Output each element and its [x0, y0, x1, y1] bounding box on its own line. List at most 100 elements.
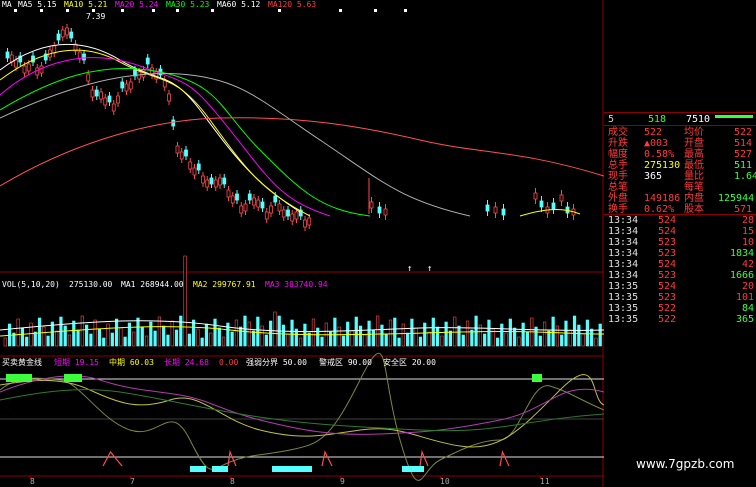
volume-bar [3, 337, 7, 347]
quote-header-left: 5 [608, 114, 615, 125]
volume-bar [239, 326, 243, 347]
quote-header-row: 5 518 7510 [606, 114, 756, 125]
volume-bar [230, 331, 234, 347]
tick-time: 13:34 [608, 248, 639, 259]
volume-bar [273, 311, 277, 347]
signal-block [402, 466, 424, 472]
candle-body [137, 71, 142, 80]
indicator-legend-entry: 中期 60.03 [109, 358, 154, 367]
tick-row[interactable]: 13:34 523 1834 [606, 248, 756, 259]
tick-row[interactable]: 13:34 524 15 [606, 226, 756, 237]
tick-price: 524 [658, 226, 677, 237]
volume-bar [388, 319, 393, 347]
volume-bar [16, 318, 20, 347]
volume-bar [97, 328, 102, 347]
candle-body [5, 51, 10, 59]
tick-row[interactable]: 13:34 523 10 [606, 237, 756, 248]
volume-bar [85, 324, 89, 347]
tick-row[interactable]: 13:35 522 365 [606, 314, 756, 325]
tick-price: 523 [658, 237, 677, 248]
quote-stat-value: 365 [644, 171, 663, 182]
tick-row[interactable]: 13:34 524 42 [606, 259, 756, 270]
quote-stat-label: 升跌 [608, 138, 628, 149]
candle-body [213, 179, 218, 188]
tick-time: 13:34 [608, 237, 639, 248]
tick-row[interactable]: 13:35 524 20 [606, 281, 756, 292]
volume-bar [55, 330, 59, 347]
x-tick-label: 9 [340, 477, 345, 486]
quote-stat-row: 成交 522 均价 522 [606, 127, 756, 138]
volume-bar [174, 329, 179, 347]
x-tick-mark [130, 476, 131, 479]
signal-block [64, 374, 82, 382]
volume-bar [140, 326, 144, 347]
volume-bar [256, 316, 260, 347]
signal-dot [40, 9, 43, 12]
volume-bar [33, 331, 37, 347]
volume-bar [127, 322, 132, 347]
candle-body [103, 97, 108, 106]
tick-row[interactable]: 13:35 523 101 [606, 292, 756, 303]
tick-time: 13:35 [608, 303, 639, 314]
tick-volume: 42 [742, 259, 755, 270]
quote-stat-label: 总手 [608, 160, 628, 171]
tick-price: 524 [658, 215, 677, 226]
ma-legend-entry: MA [2, 0, 12, 9]
signal-dot [211, 9, 214, 12]
candle-body [551, 202, 556, 210]
quote-stat-value: 522 [644, 127, 663, 138]
volume-bar [234, 319, 239, 347]
indicator-lines [0, 352, 604, 481]
signal-dot [404, 9, 407, 12]
volume-bar [221, 336, 226, 347]
tick-row[interactable]: 13:34 523 1666 [606, 270, 756, 281]
x-tick-mark [30, 476, 31, 479]
tick-time: 13:34 [608, 270, 639, 281]
quote-stat-label: 均价 [684, 127, 704, 138]
candle-body [39, 65, 44, 74]
tick-volume: 28 [742, 215, 755, 226]
tick-row[interactable]: 13:35 522 84 [606, 303, 756, 314]
indicator-legend-entry: 强弱分界 50.00 [246, 358, 307, 367]
candle-body [14, 59, 18, 68]
volume-bar [406, 332, 410, 347]
candle-body [116, 95, 120, 104]
indicator-line [0, 389, 604, 432]
volume-bar [67, 334, 72, 347]
volume-bar [555, 325, 560, 347]
volume-bar [110, 332, 114, 347]
volume-bar [547, 330, 551, 347]
indicator-legend-entry: 短期 19.15 [54, 358, 99, 367]
candle-body [533, 192, 538, 200]
volume-bar [393, 317, 397, 347]
tick-row[interactable]: 13:34 524 28 [606, 215, 756, 226]
quote-stat-row: 外盘 149186 内盘 125944 [606, 193, 756, 204]
indicator-legend-entry: 安全区 20.00 [383, 358, 436, 367]
candle-body [222, 177, 227, 185]
candle-body [86, 73, 91, 82]
volume-bar [316, 327, 320, 347]
candle-body [128, 81, 133, 90]
volume-bar [80, 315, 84, 347]
candle-body [99, 91, 103, 100]
volume-bar [286, 333, 290, 347]
candle-body [383, 208, 388, 216]
candle-body [243, 203, 248, 212]
candle-body [501, 208, 506, 216]
volume-bar [132, 331, 136, 347]
tick-price: 522 [658, 303, 677, 314]
tick-volume: 10 [742, 237, 755, 248]
candle-body [369, 201, 374, 209]
volume-bar [217, 327, 221, 347]
volume-bar [572, 315, 577, 347]
volume-legend-entry: MA3 383740.94 [265, 280, 328, 289]
volume-bar [25, 336, 29, 347]
candle-body [35, 67, 40, 76]
volume-bar [350, 330, 354, 347]
stock-chart[interactable] [0, 0, 604, 487]
volume-bar [581, 333, 585, 347]
volume-bar [461, 334, 465, 347]
volume-bar [290, 319, 294, 347]
tick-volume: 1666 [730, 270, 755, 281]
tick-volume: 1834 [730, 248, 755, 259]
